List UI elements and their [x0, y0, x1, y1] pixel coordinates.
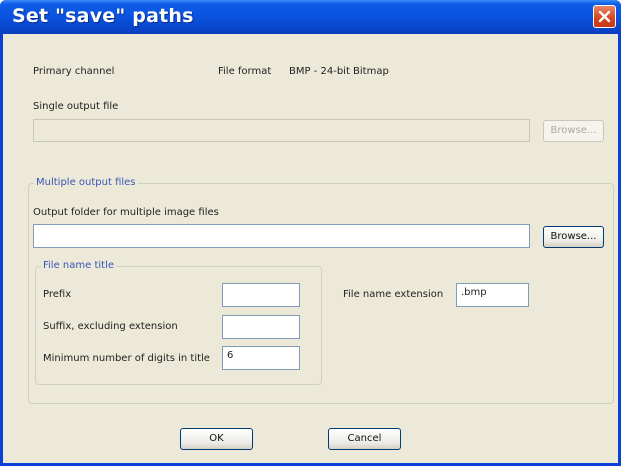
- multiple-output-group-title: Multiple output files: [34, 177, 138, 188]
- primary-channel-label: Primary channel: [33, 66, 115, 77]
- single-output-field: [33, 119, 530, 142]
- prefix-label: Prefix: [43, 289, 72, 300]
- ok-button[interactable]: OK: [180, 428, 253, 450]
- file-name-extension-field[interactable]: .bmp: [456, 283, 529, 307]
- close-icon: [598, 10, 611, 23]
- single-output-browse-button: Browse...: [543, 120, 604, 142]
- cancel-button[interactable]: Cancel: [328, 428, 401, 450]
- suffix-label: Suffix, excluding extension: [43, 321, 178, 332]
- close-button[interactable]: [593, 5, 616, 28]
- min-digits-field[interactable]: 6: [222, 346, 300, 370]
- file-name-extension-label: File name extension: [343, 289, 444, 300]
- file-format-value: BMP - 24-bit Bitmap: [289, 66, 389, 77]
- output-folder-field[interactable]: [33, 224, 530, 248]
- output-folder-label: Output folder for multiple image files: [33, 207, 219, 218]
- single-output-label: Single output file: [33, 101, 119, 112]
- file-format-label: File format: [218, 66, 272, 77]
- output-folder-browse-button[interactable]: Browse...: [543, 226, 604, 248]
- title-bar[interactable]: Set "save" paths: [0, 0, 621, 34]
- min-digits-label: Minimum number of digits in title: [43, 353, 210, 364]
- suffix-field[interactable]: [222, 315, 300, 339]
- dialog-title: Set "save" paths: [12, 5, 194, 27]
- prefix-field[interactable]: [222, 283, 300, 307]
- dialog-window: Set "save" paths Primary channel File fo…: [0, 0, 621, 466]
- file-name-title-group-title: File name title: [41, 260, 117, 271]
